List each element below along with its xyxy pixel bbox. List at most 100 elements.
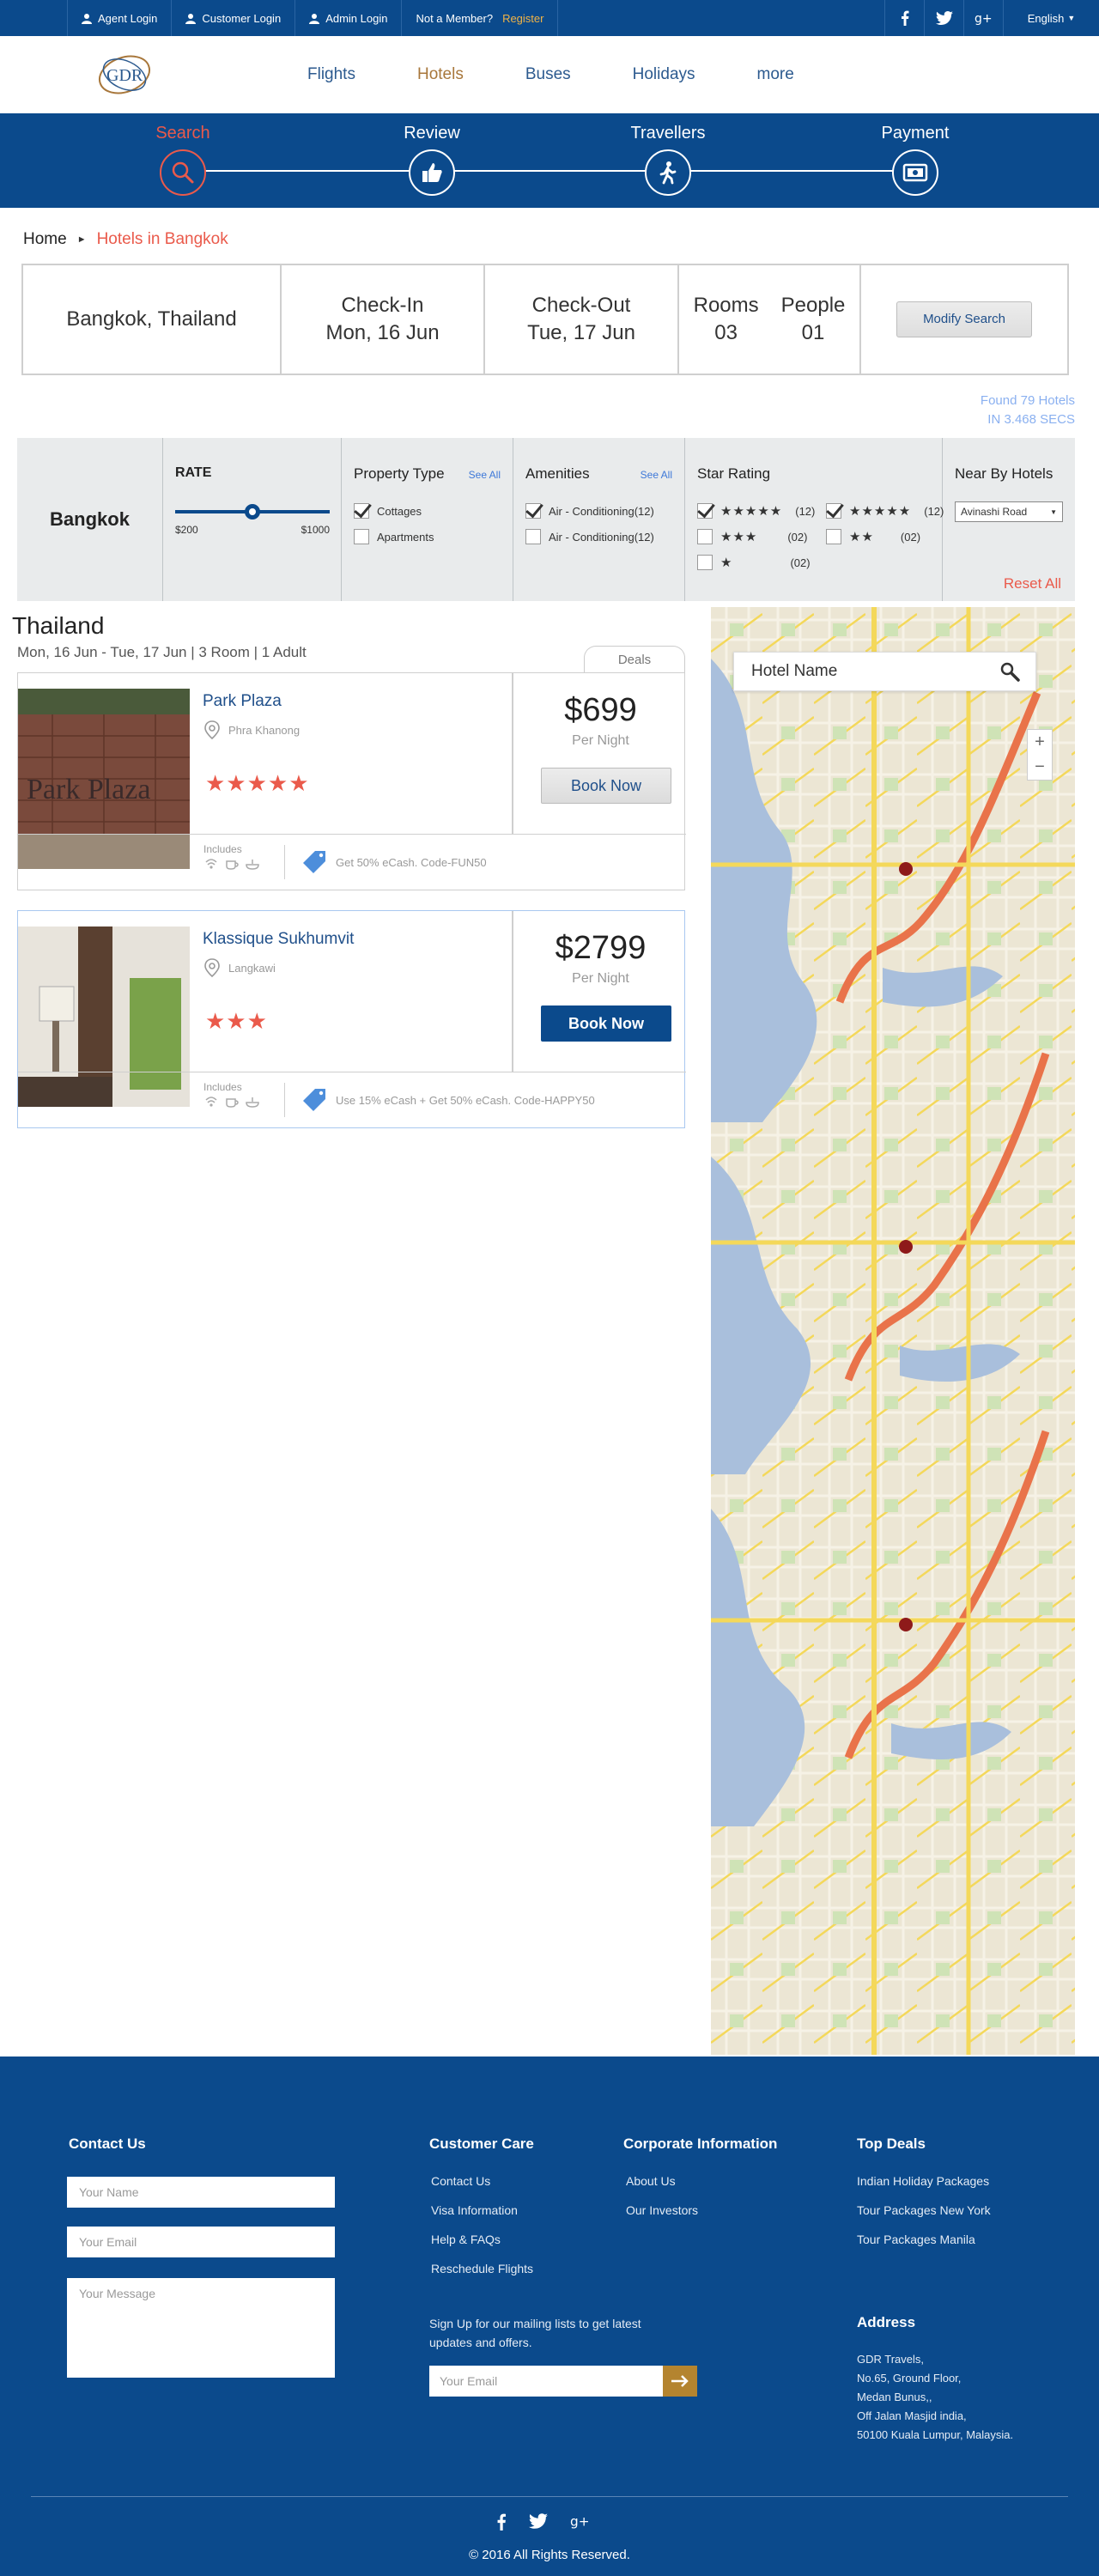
star-option-3[interactable]: ★★★ (02) <box>697 524 826 550</box>
amenity-option[interactable]: Air - Conditioning(12) <box>525 498 672 524</box>
contact-email-input[interactable]: Your Email <box>67 2227 335 2257</box>
checkbox-checked[interactable] <box>697 503 713 519</box>
footer-link-indian-holiday[interactable]: Indian Holiday Packages <box>857 2174 989 2188</box>
checkbox-checked[interactable] <box>826 503 841 519</box>
destination-cell[interactable]: Bangkok, Thailand <box>23 265 282 374</box>
nav-holidays[interactable]: Holidays <box>633 36 695 113</box>
amenity-option[interactable]: Air - Conditioning(12) <box>525 524 672 550</box>
checkbox[interactable] <box>697 529 713 544</box>
modify-search-button[interactable]: Modify Search <box>896 301 1032 337</box>
reset-all-link[interactable]: Reset All <box>1004 575 1061 592</box>
filter-city-name: Bangkok <box>50 508 130 530</box>
customer-login-link[interactable]: Customer Login <box>172 0 296 36</box>
step-search[interactable]: Search <box>114 124 252 196</box>
property-see-all-link[interactable]: See All <box>469 469 501 481</box>
checkbox[interactable] <box>826 529 841 544</box>
step-search-label: Search <box>155 124 210 143</box>
rooms-people-cell[interactable]: Rooms 03 People 01 <box>679 265 861 374</box>
deals-tab[interactable]: Deals <box>584 646 685 673</box>
breadcrumb-current: Hotels in Bangkok <box>96 230 228 248</box>
checkbox-checked[interactable] <box>354 503 369 519</box>
google-plus-link[interactable]: g+ <box>963 0 1003 36</box>
step-review[interactable]: Review <box>363 124 501 196</box>
user-icon <box>309 13 320 24</box>
hotel-name[interactable]: Klassique Sukhumvit <box>203 930 354 949</box>
amenities-options: Air - Conditioning(12) Air - Conditionin… <box>525 498 672 550</box>
star-option-5[interactable]: ★★★★★ (12) <box>826 498 944 524</box>
footer-link-visa-information[interactable]: Visa Information <box>431 2203 518 2217</box>
facebook-link[interactable] <box>884 0 924 36</box>
search-icon[interactable] <box>999 661 1020 682</box>
contact-name-input[interactable]: Your Name <box>67 2177 335 2208</box>
checkbox-checked[interactable] <box>525 503 541 519</box>
agent-login-link[interactable]: Agent Login <box>67 0 173 36</box>
google-plus-icon[interactable]: g+ <box>570 2513 591 2529</box>
step-review-label: Review <box>404 124 460 143</box>
footer-link-help-faqs[interactable]: Help & FAQs <box>431 2233 501 2246</box>
address-heading: Address <box>857 2314 916 2330</box>
rate-slider-handle[interactable] <box>245 504 260 519</box>
newsletter-form: Your Email <box>429 2366 697 2397</box>
footer-link-our-investors[interactable]: Our Investors <box>626 2203 698 2217</box>
svg-text:GDR: GDR <box>106 66 143 85</box>
step-payment[interactable]: Payment <box>847 124 984 196</box>
language-dropdown[interactable]: English ▼ <box>1003 0 1099 36</box>
meal-icon <box>246 860 259 870</box>
admin-login-link[interactable]: Admin Login <box>295 0 403 36</box>
checkout-cell[interactable]: Check-Out Tue, 17 Jun <box>485 265 679 374</box>
hotel-location-text: Langkawi <box>228 961 276 975</box>
step-travellers[interactable]: Travellers <box>599 124 737 196</box>
footer-link-tour-new-york[interactable]: Tour Packages New York <box>857 2203 991 2217</box>
svg-text:Park Plaza: Park Plaza <box>27 774 150 805</box>
rate-slider[interactable] <box>175 504 330 519</box>
nav-more[interactable]: more <box>757 36 794 113</box>
star-option-1[interactable]: ★ (02) <box>697 550 826 575</box>
twitter-link[interactable] <box>924 0 963 36</box>
booking-steps: Search Review Travellers Payment <box>0 113 1099 208</box>
star-option-2[interactable]: ★★ (02) <box>826 524 938 550</box>
zoom-out-button[interactable]: − <box>1035 757 1045 777</box>
facebook-icon[interactable] <box>496 2513 507 2530</box>
hotel-price: $699 <box>564 692 637 728</box>
contact-message-input[interactable]: Your Message <box>67 2278 335 2378</box>
hotel-name[interactable]: Park Plaza <box>203 692 282 711</box>
newsletter-email-input[interactable]: Your Email <box>429 2366 663 2397</box>
newsletter-submit-button[interactable] <box>663 2366 697 2397</box>
footer-link-tour-manila[interactable]: Tour Packages Manila <box>857 2233 975 2246</box>
footer-link-about-us[interactable]: About Us <box>626 2174 676 2188</box>
checkin-cell[interactable]: Check-In Mon, 16 Jun <box>282 265 485 374</box>
checkbox[interactable] <box>525 529 541 544</box>
hotel-card: Klassique Sukhumvit Langkawi ★★★ $2799 P… <box>17 910 686 1128</box>
nav-hotels[interactable]: Hotels <box>417 36 464 113</box>
hotel-photo[interactable] <box>18 927 190 1107</box>
property-option-apartments[interactable]: Apartments <box>354 524 501 550</box>
amenity-option-label: Air - Conditioning(12) <box>549 530 654 544</box>
nav-buses[interactable]: Buses <box>525 36 571 113</box>
checkbox[interactable] <box>354 529 369 544</box>
checkbox[interactable] <box>697 555 713 570</box>
customer-login-label: Customer Login <box>202 11 282 25</box>
nav-flights[interactable]: Flights <box>307 36 355 113</box>
amenities-header: Amenities See All <box>525 465 672 483</box>
property-option-cottages[interactable]: Cottages <box>354 498 501 524</box>
near-by-select[interactable]: Avinashi Road ▼ <box>955 501 1063 522</box>
amenities-see-all-link[interactable]: See All <box>641 469 672 481</box>
map-search-field[interactable]: Hotel Name <box>733 652 1036 691</box>
offer: Use 15% eCash + Get 50% eCash. Code-HAPP… <box>301 1087 595 1113</box>
star-option-5[interactable]: ★★★★★ (12) <box>697 498 826 524</box>
breadcrumb-home[interactable]: Home <box>23 230 67 249</box>
modify-search-cell: Modify Search <box>861 265 1067 374</box>
signup-text-line: Sign Up for our mailing lists to get lat… <box>429 2317 641 2330</box>
book-now-button[interactable]: Book Now <box>541 1005 671 1042</box>
gdr-logo[interactable]: GDR <box>94 52 155 98</box>
zoom-in-button[interactable]: + <box>1035 732 1045 752</box>
hotel-photo[interactable]: Park Plaza <box>18 689 190 869</box>
hotels-map[interactable]: Hotel Name + − <box>711 607 1075 2055</box>
book-now-button[interactable]: Book Now <box>541 768 671 804</box>
footer-link-reschedule-flights[interactable]: Reschedule Flights <box>431 2262 533 2275</box>
card-divider <box>18 834 686 835</box>
hotel-location-text: Phra Khanong <box>228 723 301 737</box>
footer-link-contact-us[interactable]: Contact Us <box>431 2174 490 2188</box>
register-link[interactable]: Register <box>502 12 543 25</box>
twitter-icon[interactable] <box>529 2513 548 2529</box>
